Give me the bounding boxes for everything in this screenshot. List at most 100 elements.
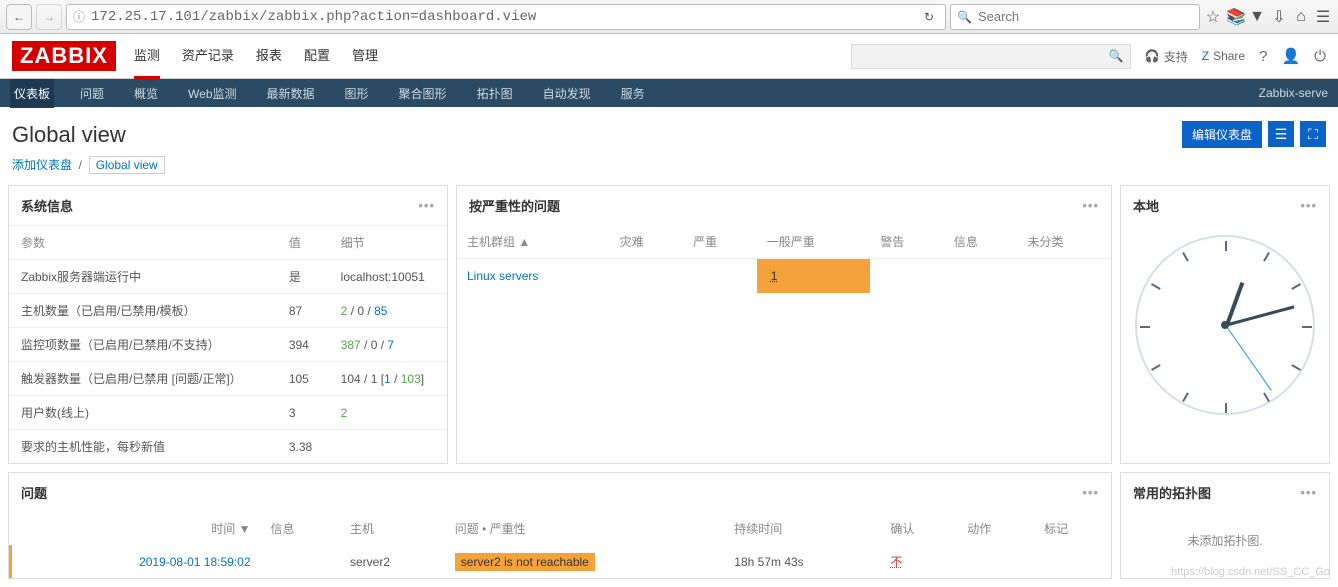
header-search[interactable]: 🔍 bbox=[851, 44, 1131, 69]
header-search-input[interactable] bbox=[858, 49, 1109, 64]
detail-cell: localhost:10051 bbox=[329, 260, 447, 294]
param-cell: 要求的主机性能，每秒新值 bbox=[9, 430, 277, 464]
menu-icon[interactable]: ☰ bbox=[1314, 7, 1332, 27]
fullscreen-button[interactable]: ⛶ bbox=[1300, 121, 1326, 147]
add-dashboard-link[interactable]: 添加仪表盘 bbox=[12, 158, 72, 172]
menu-reports[interactable]: 报表 bbox=[256, 33, 282, 79]
forward-button[interactable]: → bbox=[36, 4, 62, 30]
col-duration: 持续时间 bbox=[724, 512, 880, 545]
widget-clock: 本地••• bbox=[1120, 185, 1330, 464]
problem-duration: 18h 57m 43s bbox=[724, 545, 880, 578]
list-button[interactable]: ☰ bbox=[1268, 121, 1294, 147]
severity-row: Linux servers 1 bbox=[457, 259, 1111, 294]
menu-inventory[interactable]: 资产记录 bbox=[182, 33, 234, 79]
system-info-row: 主机数量（已启用/已禁用/模板）872 / 0 / 85 bbox=[9, 294, 447, 328]
subnav-latest[interactable]: 最新数据 bbox=[263, 79, 319, 108]
param-cell: Zabbix服务器端运行中 bbox=[9, 260, 277, 294]
user-icon[interactable]: 👤 bbox=[1281, 47, 1300, 65]
url-input[interactable] bbox=[91, 9, 913, 25]
edit-dashboard-button[interactable]: 编辑仪表盘 bbox=[1182, 121, 1262, 148]
support-link[interactable]: 🎧支持 bbox=[1145, 48, 1188, 65]
server-name: Zabbix-serve bbox=[1259, 86, 1328, 100]
widget-menu-icon[interactable]: ••• bbox=[1300, 198, 1317, 213]
clock-tick bbox=[1182, 252, 1189, 262]
problem-ack[interactable]: 不 bbox=[890, 555, 902, 569]
help-icon[interactable]: ? bbox=[1259, 48, 1267, 65]
detail-cell: 2 bbox=[329, 396, 447, 430]
param-cell: 监控项数量（已启用/已禁用/不支持） bbox=[9, 328, 277, 362]
page-bar: Global view 编辑仪表盘 ☰ ⛶ bbox=[0, 107, 1338, 154]
subnav-graphs[interactable]: 图形 bbox=[341, 79, 373, 108]
value-cell: 3.38 bbox=[277, 430, 329, 464]
clock-tick bbox=[1182, 392, 1189, 402]
breadcrumb-current[interactable]: Global view bbox=[89, 156, 165, 174]
menu-admin[interactable]: 管理 bbox=[352, 33, 378, 79]
minute-hand bbox=[1226, 305, 1294, 326]
back-button[interactable]: ← bbox=[6, 4, 32, 30]
download-icon[interactable]: ⇩ bbox=[1270, 7, 1288, 27]
power-icon[interactable]: ⏻ bbox=[1314, 48, 1326, 65]
widget-menu-icon[interactable]: ••• bbox=[1082, 485, 1099, 500]
browser-search[interactable]: 🔍 bbox=[950, 4, 1200, 30]
widget-menu-icon[interactable]: ••• bbox=[1082, 198, 1099, 213]
menu-monitoring[interactable]: 监测 bbox=[134, 33, 160, 79]
col-hostgroup[interactable]: 主机群组 ▲ bbox=[457, 225, 610, 259]
headset-icon: 🎧 bbox=[1145, 49, 1160, 63]
hostgroup-link[interactable]: Linux servers bbox=[467, 269, 538, 283]
page-title: Global view bbox=[12, 122, 126, 148]
search-icon[interactable]: 🔍 bbox=[1109, 49, 1124, 63]
home-icon[interactable]: ⌂ bbox=[1292, 8, 1310, 26]
reload-icon[interactable]: ↻ bbox=[919, 10, 939, 24]
url-bar[interactable]: ⓘ ↻ bbox=[66, 4, 946, 30]
value-cell: 105 bbox=[277, 362, 329, 396]
col-time[interactable]: 时间 ▼ bbox=[11, 512, 261, 545]
pocket-icon[interactable]: ▼ bbox=[1248, 8, 1266, 26]
problem-time-link[interactable]: 2019-08-01 18:59:02 bbox=[139, 555, 250, 569]
share-link[interactable]: ZShare bbox=[1202, 49, 1245, 63]
col-disaster: 灾难 bbox=[610, 225, 684, 259]
subnav-services[interactable]: 服务 bbox=[617, 79, 649, 108]
analog-clock bbox=[1135, 235, 1315, 415]
subnav-maps[interactable]: 拓扑图 bbox=[473, 79, 517, 108]
subnav-discovery[interactable]: 自动发现 bbox=[539, 79, 595, 108]
problem-host[interactable]: server2 bbox=[340, 545, 445, 578]
value-cell: 是 bbox=[277, 260, 329, 294]
logo[interactable]: ZABBIX bbox=[12, 41, 116, 71]
widget-title: 问题 bbox=[21, 483, 47, 502]
search-icon: 🔍 bbox=[957, 10, 972, 24]
browser-search-input[interactable] bbox=[978, 9, 1193, 24]
system-info-row: 监控项数量（已启用/已禁用/不支持）394387 / 0 / 7 bbox=[9, 328, 447, 362]
col-warning: 警告 bbox=[870, 225, 944, 259]
col-unclass: 未分类 bbox=[1017, 225, 1111, 259]
menu-config[interactable]: 配置 bbox=[304, 33, 330, 79]
library-icon[interactable]: 📚 bbox=[1226, 7, 1244, 27]
severity-average-count[interactable]: 1 bbox=[767, 267, 782, 285]
widget-menu-icon[interactable]: ••• bbox=[1300, 485, 1317, 500]
widget-title: 常用的拓扑图 bbox=[1133, 483, 1211, 502]
col-host: 主机 bbox=[340, 512, 445, 545]
info-icon: ⓘ bbox=[73, 8, 85, 25]
col-detail: 细节 bbox=[329, 226, 447, 260]
problem-row: 2019-08-01 18:59:02 server2 server2 is n… bbox=[11, 545, 1112, 578]
detail-cell bbox=[329, 430, 447, 464]
col-param: 参数 bbox=[9, 226, 277, 260]
widget-menu-icon[interactable]: ••• bbox=[418, 198, 435, 213]
clock-tick bbox=[1225, 241, 1227, 251]
bookmark-icon[interactable]: ☆ bbox=[1204, 7, 1222, 27]
system-info-row: Zabbix服务器端运行中是localhost:10051 bbox=[9, 260, 447, 294]
subnav-dashboard[interactable]: 仪表板 bbox=[10, 79, 54, 108]
subnav-web[interactable]: Web监测 bbox=[184, 79, 240, 108]
clock-tick bbox=[1291, 283, 1301, 290]
browser-chrome: ← → ⓘ ↻ 🔍 ☆ 📚 ▼ ⇩ ⌂ ☰ bbox=[0, 0, 1338, 34]
clock-tick bbox=[1151, 283, 1161, 290]
sub-nav: 仪表板 问题 概览 Web监测 最新数据 图形 聚合图形 拓扑图 自动发现 服务… bbox=[0, 79, 1338, 107]
subnav-problems[interactable]: 问题 bbox=[76, 79, 108, 108]
param-cell: 主机数量（已启用/已禁用/模板） bbox=[9, 294, 277, 328]
subnav-screens[interactable]: 聚合图形 bbox=[395, 79, 451, 108]
problems-table: 时间 ▼ 信息 主机 问题 • 严重性 持续时间 确认 动作 标记 2019-0… bbox=[9, 512, 1111, 578]
app-header: ZABBIX 监测 资产记录 报表 配置 管理 🔍 🎧支持 ZShare ? 👤… bbox=[0, 34, 1338, 79]
problem-name[interactable]: server2 is not reachable bbox=[455, 553, 595, 571]
value-cell: 87 bbox=[277, 294, 329, 328]
param-cell: 触发器数量（已启用/已禁用 [问题/正常]） bbox=[9, 362, 277, 396]
subnav-overview[interactable]: 概览 bbox=[130, 79, 162, 108]
